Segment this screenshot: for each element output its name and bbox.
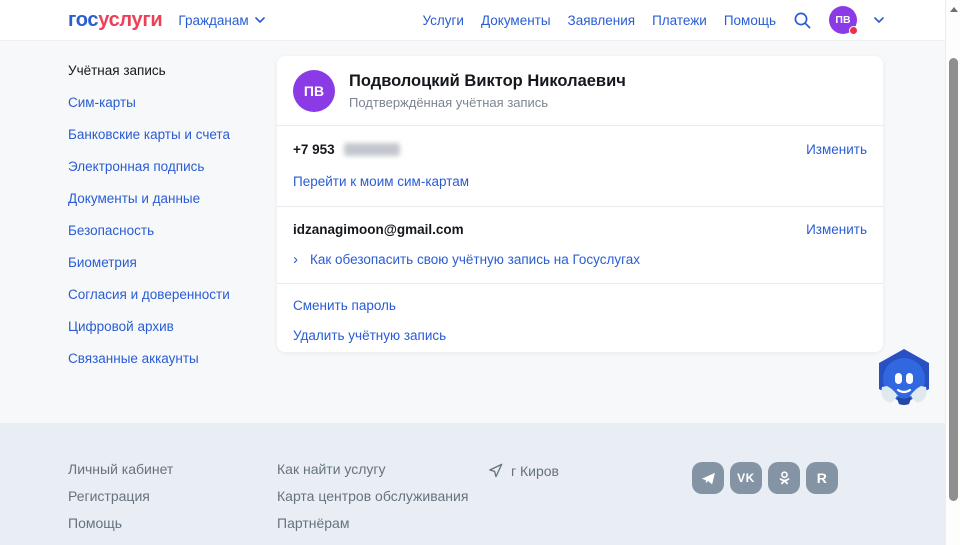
nav-help[interactable]: Помощь (724, 13, 776, 28)
avatar-initials: ПВ (304, 83, 324, 99)
person-info: Подволоцкий Виктор Николаевич Подтверждё… (349, 72, 626, 110)
rutube-icon[interactable]: R (806, 462, 838, 494)
sidebar-item-biometrics[interactable]: Биометрия (68, 246, 258, 278)
logo-part-red: услуги (98, 9, 162, 31)
account-sidebar: Учётная запись Сим-карты Банковские карт… (68, 54, 258, 374)
phone-row: +7 953 Изменить (293, 132, 867, 166)
sidebar-item-documents[interactable]: Документы и данные (68, 182, 258, 214)
go-to-sim-cards-link[interactable]: Перейти к моим сим-картам (293, 174, 469, 189)
edit-phone-button[interactable]: Изменить (806, 142, 867, 157)
footer-service-centers-map-link[interactable]: Карта центров обслуживания (277, 483, 468, 510)
avatar: ПВ (293, 70, 335, 112)
profile-avatar[interactable]: ПВ (829, 6, 857, 34)
page: госуслуги Гражданам Услуги Документы Зая… (0, 0, 960, 545)
delete-account-link[interactable]: Удалить учётную запись (293, 328, 446, 343)
sidebar-item-linked-accounts[interactable]: Связанные аккаунты (68, 342, 258, 374)
location-label: г Киров (511, 463, 559, 479)
audience-label: Гражданам (178, 13, 248, 28)
sidebar-item-account[interactable]: Учётная запись (68, 54, 258, 86)
notification-dot (849, 26, 858, 35)
footer-registration-link[interactable]: Регистрация (68, 483, 173, 510)
footer-column-services: Как найти услугу Карта центров обслужива… (277, 456, 468, 537)
avatar-initials: ПВ (835, 14, 850, 26)
location-selector[interactable]: г Киров (487, 462, 559, 479)
scrollbar-thumb[interactable] (949, 58, 958, 501)
footer-partners-link[interactable]: Партнёрам (277, 510, 468, 537)
nav-services[interactable]: Услуги (422, 13, 464, 28)
account-actions-section: Сменить пароль Удалить учётную запись (277, 284, 883, 360)
sidebar-item-esignature[interactable]: Электронная подпись (68, 150, 258, 182)
sidebar-item-consents[interactable]: Согласия и доверенности (68, 278, 258, 310)
odnoklassniki-icon[interactable] (768, 462, 800, 494)
top-header: госуслуги Гражданам Услуги Документы Зая… (0, 0, 960, 41)
audience-selector[interactable]: Гражданам (178, 13, 264, 28)
footer-personal-cabinet-link[interactable]: Личный кабинет (68, 456, 173, 483)
scrollbar-up-arrow-icon[interactable] (946, 3, 960, 15)
footer-column-account: Личный кабинет Регистрация Помощь (68, 456, 173, 537)
person-name: Подволоцкий Виктор Николаевич (349, 72, 626, 91)
phone-number: +7 953 (293, 142, 400, 157)
change-password-row: Сменить пароль (293, 290, 867, 320)
vk-icon[interactable]: VK (730, 462, 762, 494)
sidebar-item-digital-archive[interactable]: Цифровой архив (68, 310, 258, 342)
sidebar-item-sim-cards[interactable]: Сим-карты (68, 86, 258, 118)
header-left: госуслуги Гражданам (68, 9, 265, 32)
profile-card: ПВ Подволоцкий Виктор Николаевич Подтвер… (277, 56, 883, 352)
profile-card-header: ПВ Подволоцкий Виктор Николаевич Подтвер… (277, 56, 883, 126)
telegram-icon[interactable] (692, 462, 724, 494)
secure-account-link[interactable]: Как обезопасить свою учётную запись на Г… (310, 252, 640, 267)
email-section: idzanagimoon@gmail.com Изменить › Как об… (277, 207, 883, 284)
footer-help-link[interactable]: Помощь (68, 510, 173, 537)
phone-section: +7 953 Изменить Перейти к моим сим-карта… (277, 126, 883, 207)
sidebar-item-security[interactable]: Безопасность (68, 214, 258, 246)
nav-documents[interactable]: Документы (481, 13, 551, 28)
profile-chevron-down-icon[interactable] (874, 17, 884, 23)
change-password-link[interactable]: Сменить пароль (293, 298, 396, 313)
social-links: VK R (692, 462, 838, 494)
sidebar-item-bank-cards[interactable]: Банковские карты и счета (68, 118, 258, 150)
robot-assistant-mascot-icon[interactable] (874, 347, 934, 407)
logo-part-blue: гос (68, 9, 98, 31)
chevron-right-icon: › (293, 252, 298, 267)
sim-cards-row: Перейти к моим сим-картам (293, 166, 867, 196)
edit-email-button[interactable]: Изменить (806, 222, 867, 237)
delete-account-row: Удалить учётную запись (293, 320, 867, 350)
email-row: idzanagimoon@gmail.com Изменить (293, 213, 867, 245)
chevron-down-icon (255, 17, 265, 23)
header-nav: Услуги Документы Заявления Платежи Помощ… (422, 6, 884, 34)
search-icon[interactable] (793, 11, 812, 30)
account-status: Подтверждённая учётная запись (349, 95, 626, 110)
nav-payments[interactable]: Платежи (652, 13, 707, 28)
navigation-arrow-icon (487, 462, 504, 479)
phone-number-redacted (344, 143, 400, 156)
footer-find-service-link[interactable]: Как найти услугу (277, 456, 468, 483)
gosuslugi-logo[interactable]: госуслуги (68, 9, 162, 32)
nav-applications[interactable]: Заявления (568, 13, 636, 28)
security-tip-row: › Как обезопасить свою учётную запись на… (293, 245, 867, 273)
scrollbar[interactable] (945, 0, 960, 545)
email-address: idzanagimoon@gmail.com (293, 222, 464, 237)
